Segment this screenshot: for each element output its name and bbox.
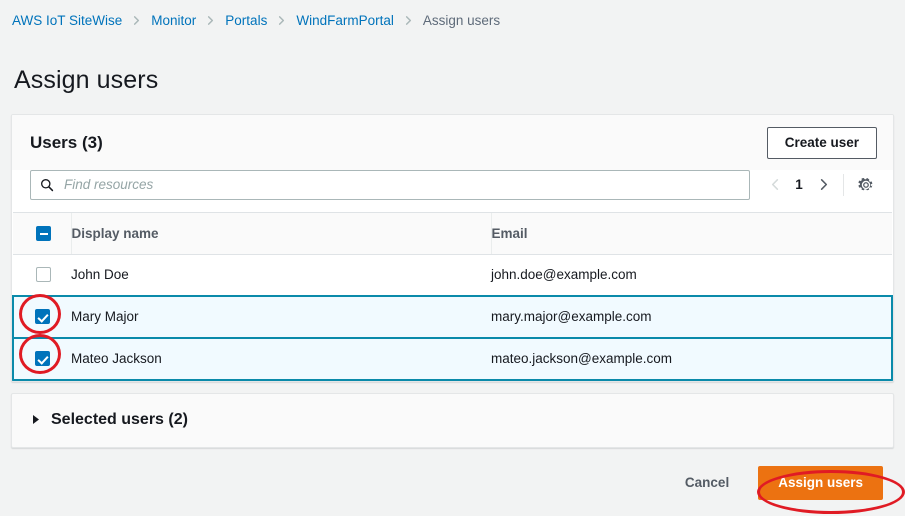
search-box[interactable] — [30, 170, 750, 200]
users-table-card: Users (3) Create user 1 — [11, 114, 894, 382]
page-title: Assign users — [0, 57, 905, 97]
breadcrumb-item-windfarmportal[interactable]: WindFarmPortal — [296, 13, 394, 28]
select-all-checkbox[interactable] — [36, 226, 51, 241]
users-card-header: Users (3) Create user — [12, 115, 893, 170]
row-checkbox[interactable] — [35, 309, 50, 324]
breadcrumb-item-portals[interactable]: Portals — [225, 13, 267, 28]
select-all-header-cell — [13, 212, 71, 254]
table-row[interactable]: John Doe john.doe@example.com — [13, 254, 892, 296]
row-select-cell — [13, 296, 71, 338]
chevron-right-icon — [205, 15, 216, 26]
cell-email: mary.major@example.com — [491, 296, 892, 338]
table-row[interactable]: Mateo Jackson mateo.jackson@example.com — [13, 338, 892, 380]
pagination-controls: 1 — [762, 172, 879, 198]
footer-actions: Cancel Assign users — [0, 448, 905, 500]
breadcrumb-item-monitor[interactable]: Monitor — [151, 13, 196, 28]
cancel-button[interactable]: Cancel — [675, 468, 739, 497]
users-table: Display name Email John Doe john.doe@exa… — [12, 212, 893, 381]
assign-users-button[interactable]: Assign users — [758, 466, 883, 500]
selected-users-section[interactable]: Selected users (2) — [11, 393, 894, 448]
toolbar-divider — [843, 174, 844, 196]
row-checkbox[interactable] — [35, 351, 50, 366]
selected-users-toggle[interactable]: Selected users (2) — [12, 394, 893, 447]
breadcrumb-item-aws-iot-sitewise[interactable]: AWS IoT SiteWise — [12, 13, 122, 28]
create-user-button[interactable]: Create user — [767, 127, 877, 159]
cell-email: mateo.jackson@example.com — [491, 338, 892, 380]
column-header-email[interactable]: Email — [491, 212, 892, 254]
pagination-next-button[interactable] — [810, 172, 836, 198]
breadcrumb: AWS IoT SiteWise Monitor Portals WindFar… — [0, 0, 905, 40]
search-input[interactable] — [62, 176, 740, 193]
table-tools-row: 1 — [12, 170, 893, 212]
breadcrumb-item-assign-users: Assign users — [423, 13, 500, 28]
cell-display-name: Mateo Jackson — [71, 338, 491, 380]
chevron-right-icon — [403, 15, 414, 26]
pagination-current-page[interactable]: 1 — [788, 177, 810, 192]
column-header-display-name[interactable]: Display name — [71, 212, 491, 254]
chevron-right-icon — [131, 15, 142, 26]
row-checkbox[interactable] — [36, 267, 51, 282]
table-row[interactable]: Mary Major mary.major@example.com — [13, 296, 892, 338]
table-header-row: Display name Email — [13, 212, 892, 254]
cell-email: john.doe@example.com — [491, 254, 892, 296]
search-icon — [40, 178, 54, 192]
row-select-cell — [13, 254, 71, 296]
row-select-cell — [13, 338, 71, 380]
selected-users-label: Selected users (2) — [51, 411, 188, 429]
cell-display-name: Mary Major — [71, 296, 491, 338]
gear-icon[interactable] — [853, 172, 879, 198]
caret-right-icon — [32, 414, 41, 425]
cell-display-name: John Doe — [71, 254, 491, 296]
chevron-right-icon — [276, 15, 287, 26]
pagination-previous-button[interactable] — [762, 172, 788, 198]
users-card-title: Users (3) — [30, 133, 103, 153]
